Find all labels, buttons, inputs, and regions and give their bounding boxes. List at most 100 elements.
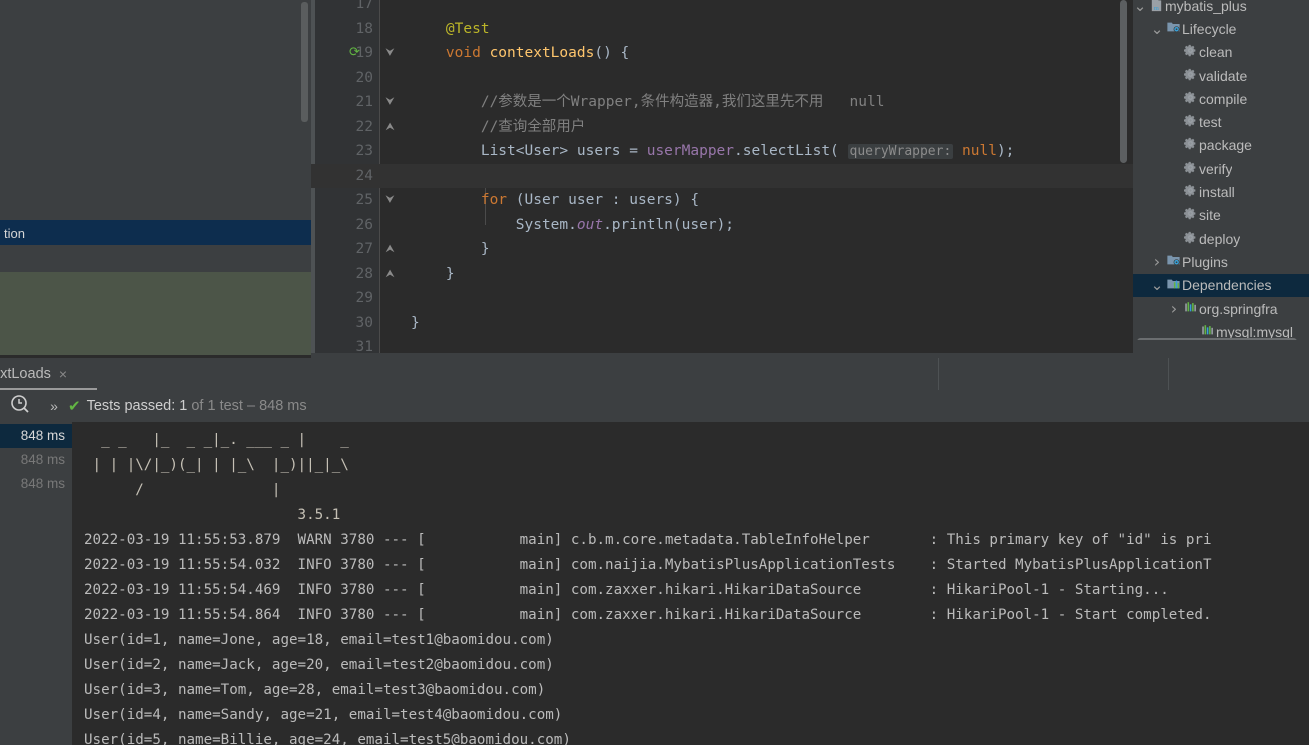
test-duration-value: 848 ms [20,452,65,467]
maven-tree-item-compile[interactable]: compile [1133,87,1309,110]
line-number: 31 [355,339,373,353]
completion-popup[interactable] [0,0,311,213]
editor-line[interactable]: 22 ⮝ //查询全部用户 [311,115,1133,140]
line-number: 28 [355,265,373,282]
maven-tree-item-label: site [1199,207,1221,224]
maven-tree-item-plugins[interactable]: › Plugins [1133,250,1309,273]
code-fold-icon[interactable]: ⮝ [383,237,397,262]
green-highlight-panel [0,272,311,357]
run-toolbar: » ✔ Tests passed: 1 of 1 test – 848 ms [0,390,1309,422]
editor-line[interactable]: 25 ⮟ for (User user : users) { [311,188,1133,213]
clock-search-icon[interactable] [0,394,40,419]
code-fold-icon[interactable]: ⮟ [383,41,397,66]
editor-line[interactable]: 21 ⮟ //参数是一个Wrapper,条件构造器,我们这里先不用 null [311,90,1133,115]
line-number: 27 [355,241,373,257]
console-output[interactable]: _ _ |_ _ _|_. ___ _ | _ | | |\/|_)(_| | … [72,422,1309,745]
popup-item[interactable] [0,140,311,168]
maven-tree-item-lifecycle[interactable]: ⌄ Lifecycle [1133,17,1309,40]
gear-icon [1181,231,1199,247]
popup-item[interactable] [0,84,311,112]
code-token: } [445,265,455,282]
editor-line[interactable]: 28 ⮝ } [311,262,1133,287]
maven-panel-footer [1133,340,1309,358]
code-editor[interactable]: 17 18 @Test 19 ⟳ ⮟ void contextLoads() {20 2… [311,0,1133,353]
test-duration-gutter: 848 ms 848 ms 848 ms [0,422,72,745]
editor-line[interactable]: 29 [311,286,1133,311]
popup-item[interactable] [0,28,311,56]
maven-tree-item-mybatis-plus[interactable]: ⌄ m mybatis_plus [1133,0,1309,17]
code-token: void [445,45,490,61]
maven-tree-item-test[interactable]: test [1133,111,1309,134]
popup-item-selected[interactable]: tion [0,220,311,246]
maven-tree-item-clean[interactable]: clean [1133,41,1309,64]
maven-tree-item-site[interactable]: site [1133,204,1309,227]
chevron-down-icon[interactable]: ⌄ [1133,0,1147,13]
maven-tree-item-deploy[interactable]: deploy [1133,227,1309,250]
code-token: for [480,192,516,208]
editor-line[interactable]: 27 ⮝ } [311,237,1133,262]
code-text: } [411,262,455,287]
editor-line[interactable]: 30} [311,311,1133,336]
code-fold-icon[interactable]: ⮝ [383,115,397,140]
line-number: 29 [355,290,373,306]
tab-contextloads[interactable]: textLoads × [0,360,67,388]
maven-tree-item-label: Lifecycle [1182,20,1237,37]
check-icon: ✔ [68,398,81,415]
code-fold-icon[interactable]: ⮟ [383,90,397,115]
editor-line[interactable]: 17 [311,0,1133,17]
code-text: System.out.println(user); [411,213,734,238]
test-status-text: Tests passed: 1 of 1 test – 848 ms [87,398,307,414]
code-token: } [480,241,490,257]
editor-line[interactable]: 20 [311,66,1133,91]
code-token: } [411,314,420,331]
plugins-folder-icon [1164,253,1182,270]
code-token: System. [515,216,577,233]
code-token: queryWrapper: [847,144,954,159]
top-region: tion 17 18 @Test 19 ⟳ ⮟ void contextLoads() … [0,0,1309,358]
editor-line[interactable]: 31 [311,335,1133,353]
maven-tool-window[interactable]: ⌄ m mybatis_plus ⌄ Lifecycle clean validate com… [1133,0,1309,353]
console-line: User(id=4, name=Sandy, age=21, email=tes… [84,707,563,723]
chevron-down-icon[interactable]: ⌄ [1150,278,1164,293]
code-text: } [411,237,490,262]
maven-tree-item-validate[interactable]: validate [1133,64,1309,87]
maven-tree-item-verify[interactable]: verify [1133,157,1309,180]
run-test-gutter-icon[interactable]: ⟳ [349,41,360,66]
editor-line[interactable]: 19 ⟳ ⮟ void contextLoads() { [311,41,1133,66]
chevron-down-icon[interactable]: ⌄ [1150,21,1164,36]
maven-tree-item-label: Dependencies [1182,277,1272,294]
tabbar-divider [1168,358,1169,390]
chevron-right-icon[interactable]: › [1167,299,1181,318]
maven-project-icon: m [1147,0,1165,15]
maven-tree-item-dependencies[interactable]: ⌄ Dependencies [1133,273,1309,297]
popup-item[interactable] [0,56,311,84]
line-number: 26 [355,216,373,233]
popup-item[interactable] [0,112,311,140]
maven-tree-item-label: test [1199,114,1222,131]
code-fold-icon[interactable]: ⮝ [383,262,397,287]
popup-item[interactable] [0,0,311,28]
editor-vertical-scrollbar[interactable] [1120,0,1127,163]
console-line: 2022-03-19 11:55:53.879 WARN 3780 --- [ … [84,532,1212,548]
editor-line[interactable]: 24 [311,163,1133,189]
console-line: User(id=1, name=Jone, age=18, email=test… [84,632,554,648]
code-text: List<User> users = userMapper.selectList… [411,139,1014,165]
popup-item-selected-label: tion [4,225,25,241]
maven-tree-item-package[interactable]: package [1133,134,1309,157]
popup-item[interactable] [0,168,311,196]
maven-tree-item-install[interactable]: install [1133,180,1309,203]
maven-tree-item-org-springfra[interactable]: › org.springfra [1133,297,1309,320]
editor-line[interactable]: 18 @Test [311,17,1133,42]
close-icon[interactable]: × [59,366,67,382]
toolbar-overflow-button[interactable]: » [40,398,68,414]
code-text: } [411,311,420,336]
tabbar-divider [938,358,939,390]
editor-line[interactable]: 26 System.out.println(user); [311,213,1133,238]
popup-scrollbar[interactable] [301,2,308,122]
line-number: 25 [355,192,373,208]
chevron-right-icon[interactable]: › [1150,252,1164,271]
code-fold-icon[interactable]: ⮟ [383,188,397,213]
editor-line[interactable]: 23 List<User> users = userMapper.selectL… [311,139,1133,164]
